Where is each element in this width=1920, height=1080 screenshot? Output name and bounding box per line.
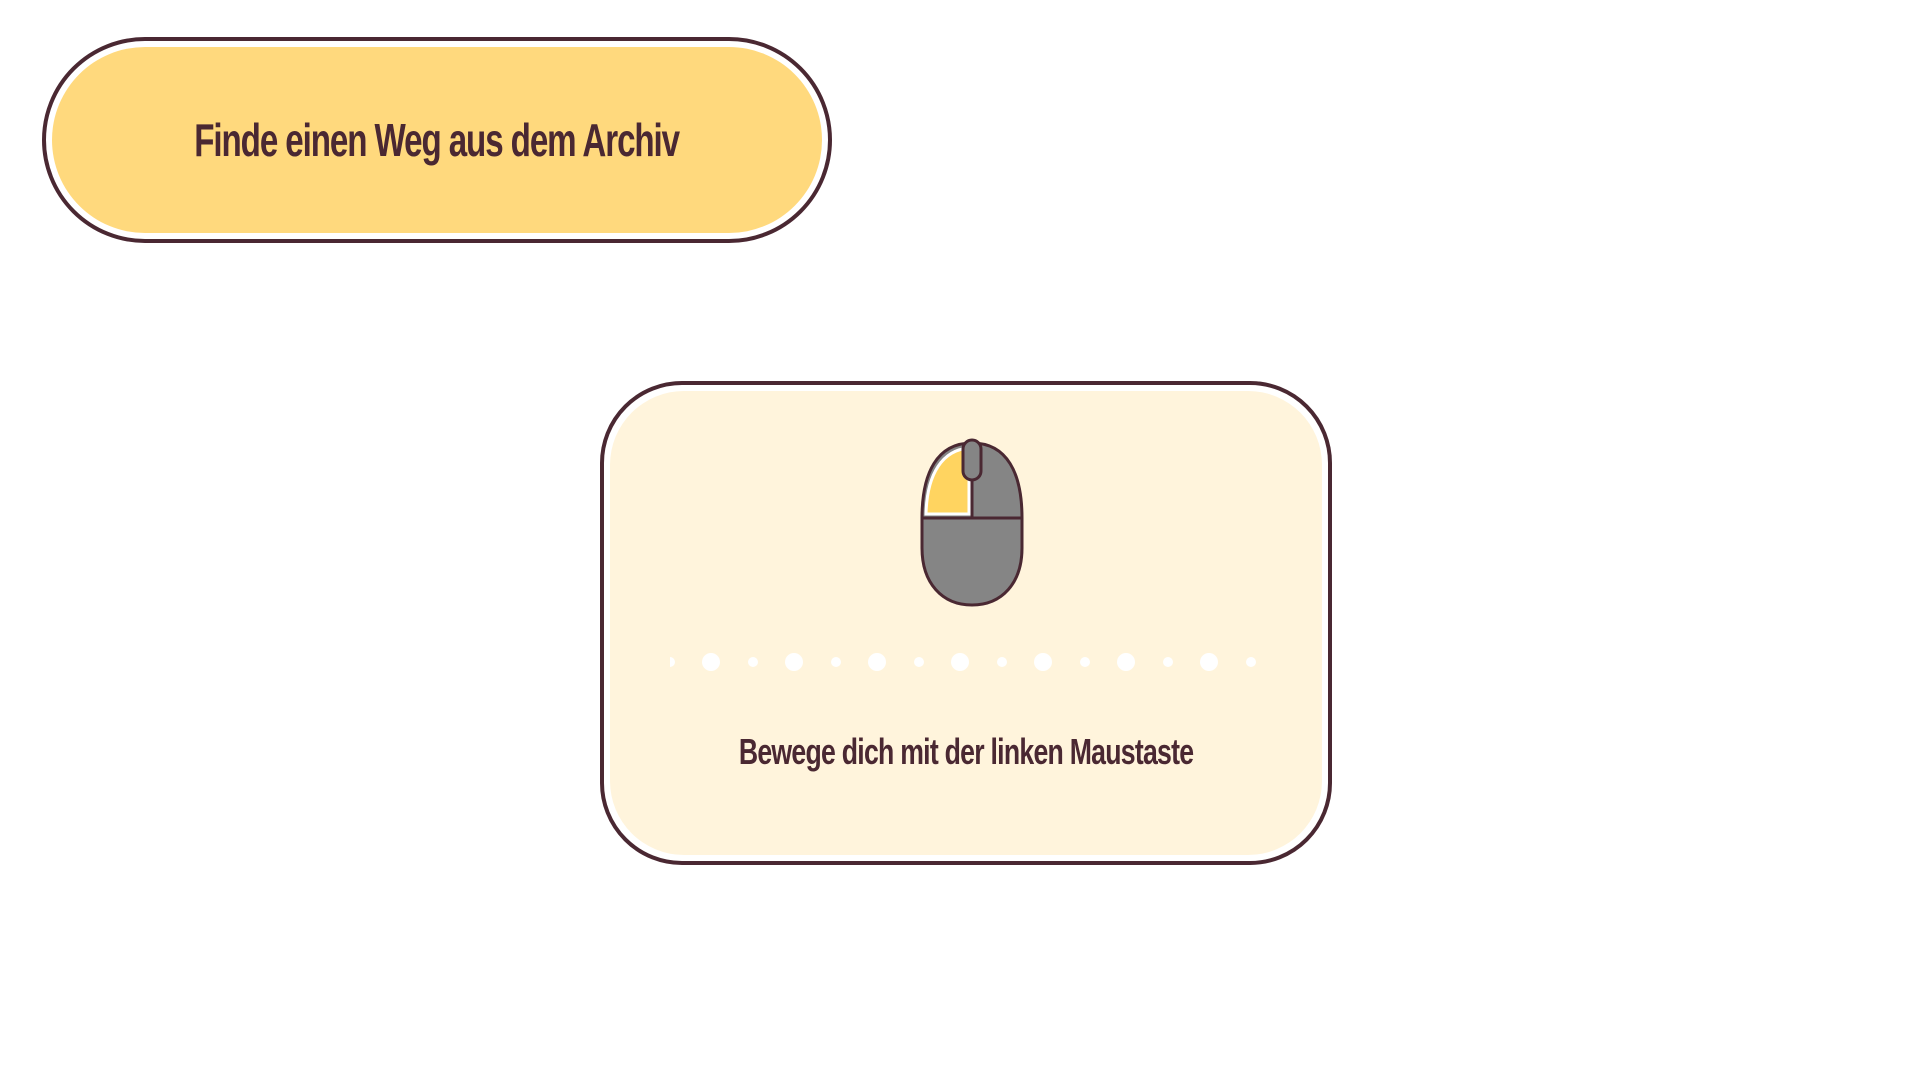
objective-banner-fill: Finde einen Weg aus dem Archiv	[52, 47, 822, 233]
objective-banner: Finde einen Weg aus dem Archiv	[42, 37, 832, 243]
mouse-scroll-wheel	[961, 438, 983, 482]
objective-title: Finde einen Weg aus dem Archiv	[194, 114, 681, 166]
mouse-left-click-icon	[917, 438, 1027, 608]
tutorial-hint-text: Bewege dich mit der linken Maustaste	[738, 731, 1194, 772]
dotted-separator	[665, 647, 1270, 677]
tutorial-card-fill: Bewege dich mit der linken Maustaste	[610, 391, 1322, 855]
tutorial-hint: Bewege dich mit der linken Maustaste	[610, 731, 1322, 773]
tutorial-card: Bewege dich mit der linken Maustaste	[600, 381, 1332, 865]
